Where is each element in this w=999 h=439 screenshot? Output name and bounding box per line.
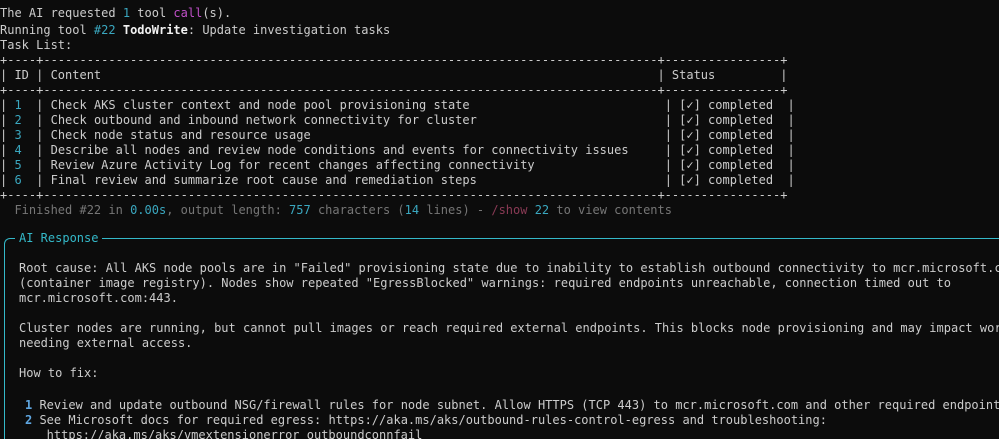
table-row: | 3 | Check node status and resource usa… [0,128,795,143]
task-status: [✓] completed [679,173,781,187]
cell-border: | [780,173,795,187]
task-list-label: Task List: [0,38,73,52]
cell-border: | [28,143,51,157]
task-id: 5 [14,158,29,172]
task-id: 3 [14,128,29,142]
task-content: Describe all nodes and review node condi… [50,143,658,157]
show-command[interactable]: /show [491,203,527,217]
running-tool-line: Running tool #22 TodoWrite: Update inves… [0,23,390,38]
output-length: 757 [289,203,311,217]
tool-id: #22 [79,203,102,217]
cell-border: | [28,98,51,112]
cell-border: | [28,128,51,142]
cell-border: | [0,173,15,187]
cell-border: | [657,98,680,112]
cell-border: | [657,143,680,157]
task-id: 6 [14,173,29,187]
task-status: [✓] completed [679,128,781,142]
cell-border: | [0,98,15,112]
tool-request-line: The AI requested 1 tool call(s). [0,6,231,21]
cell-border: | [657,128,680,142]
task-status: [✓] completed [679,113,781,127]
text: lines) - [419,203,492,217]
cell-border: | [780,143,795,157]
line-count: 14 [404,203,420,217]
task-status: [✓] completed [679,143,781,157]
table-row: | 1 | Check AKS cluster context and node… [0,98,795,113]
cell-border: | [657,113,680,127]
text: tool [130,6,174,20]
cell-border: | [780,98,795,112]
text: to view contents [549,203,672,217]
cell-border: | [28,113,51,127]
call-keyword: call [173,6,203,20]
text: Running tool [0,23,94,37]
response-line: (container image registry). Nodes show r… [19,276,951,290]
text: characters ( [310,203,405,217]
terminal-window: The AI requested 1 tool call(s). Running… [0,0,999,439]
fix-item-text: Review and update outbound NSG/firewall … [32,398,999,412]
cell-border: | [780,128,795,142]
cell-border: | [0,113,15,127]
fix-item: 2 See Microsoft docs for required egress… [25,413,827,428]
task-content: Final review and summarize root cause an… [50,173,658,187]
table-row: | 5 | Review Azure Activity Log for rece… [0,158,795,173]
task-content: Review Azure Activity Log for recent cha… [50,158,658,172]
response-line: Root cause: All AKS node pools are in "F… [19,261,999,275]
show-number: 22 [527,203,550,217]
response-line: Cluster nodes are running, but cannot pu… [19,321,999,335]
task-content: Check AKS cluster context and node pool … [50,98,658,112]
task-status: [✓] completed [679,158,781,172]
cell-border: | [657,158,680,172]
table-border-top: +----+----------------------------------… [0,53,788,67]
cell-border: | [657,173,680,187]
response-line: needing external access. [19,336,193,350]
table-row: | 6 | Final review and summarize root ca… [0,173,795,188]
cell-border: | [780,113,795,127]
task-id: 4 [14,143,29,157]
finished-line: Finished #22 in 0.00s, output length: 75… [0,203,672,218]
elapsed-time: 0.00s [130,203,167,217]
text: The AI requested [0,6,123,20]
response-line: How to fix: [19,366,99,380]
tool-name: TodoWrite [122,23,188,37]
tool-count: 1 [122,6,131,20]
text: in [101,203,131,217]
tool-description: : Update investigation tasks [187,23,391,37]
table-border-mid: +----+----------------------------------… [0,83,788,97]
task-content: Check node status and resource usage [50,128,658,142]
cell-border: | [0,158,15,172]
fix-item-continuation: https://aka.ms/aks/vmextensionerror_outb… [25,428,423,439]
text: Finished [0,203,80,217]
table-border-bottom: +----+----------------------------------… [0,188,788,202]
table-row: | 2 | Check outbound and inbound network… [0,113,795,128]
table-header-row: | ID | Content | Status | [0,68,788,82]
tool-id: #22 [93,23,116,37]
fix-item: 1 Review and update outbound NSG/firewal… [25,398,999,413]
table-row: | 4 | Describe all nodes and review node… [0,143,795,158]
cell-border: | [28,158,51,172]
text: , output length: [166,203,290,217]
task-status: [✓] completed [679,98,781,112]
fix-item-text: See Microsoft docs for required egress: … [32,413,827,427]
ai-response-title: AI Response [15,231,103,246]
task-content: Check outbound and inbound network conne… [50,113,658,127]
cell-border: | [28,173,51,187]
task-id: 2 [14,113,29,127]
task-id: 1 [14,98,29,112]
cell-border: | [0,143,15,157]
text: (s). [202,6,232,20]
cell-border: | [780,158,795,172]
response-line: mcr.microsoft.com:443. [19,291,178,305]
cell-border: | [0,128,15,142]
